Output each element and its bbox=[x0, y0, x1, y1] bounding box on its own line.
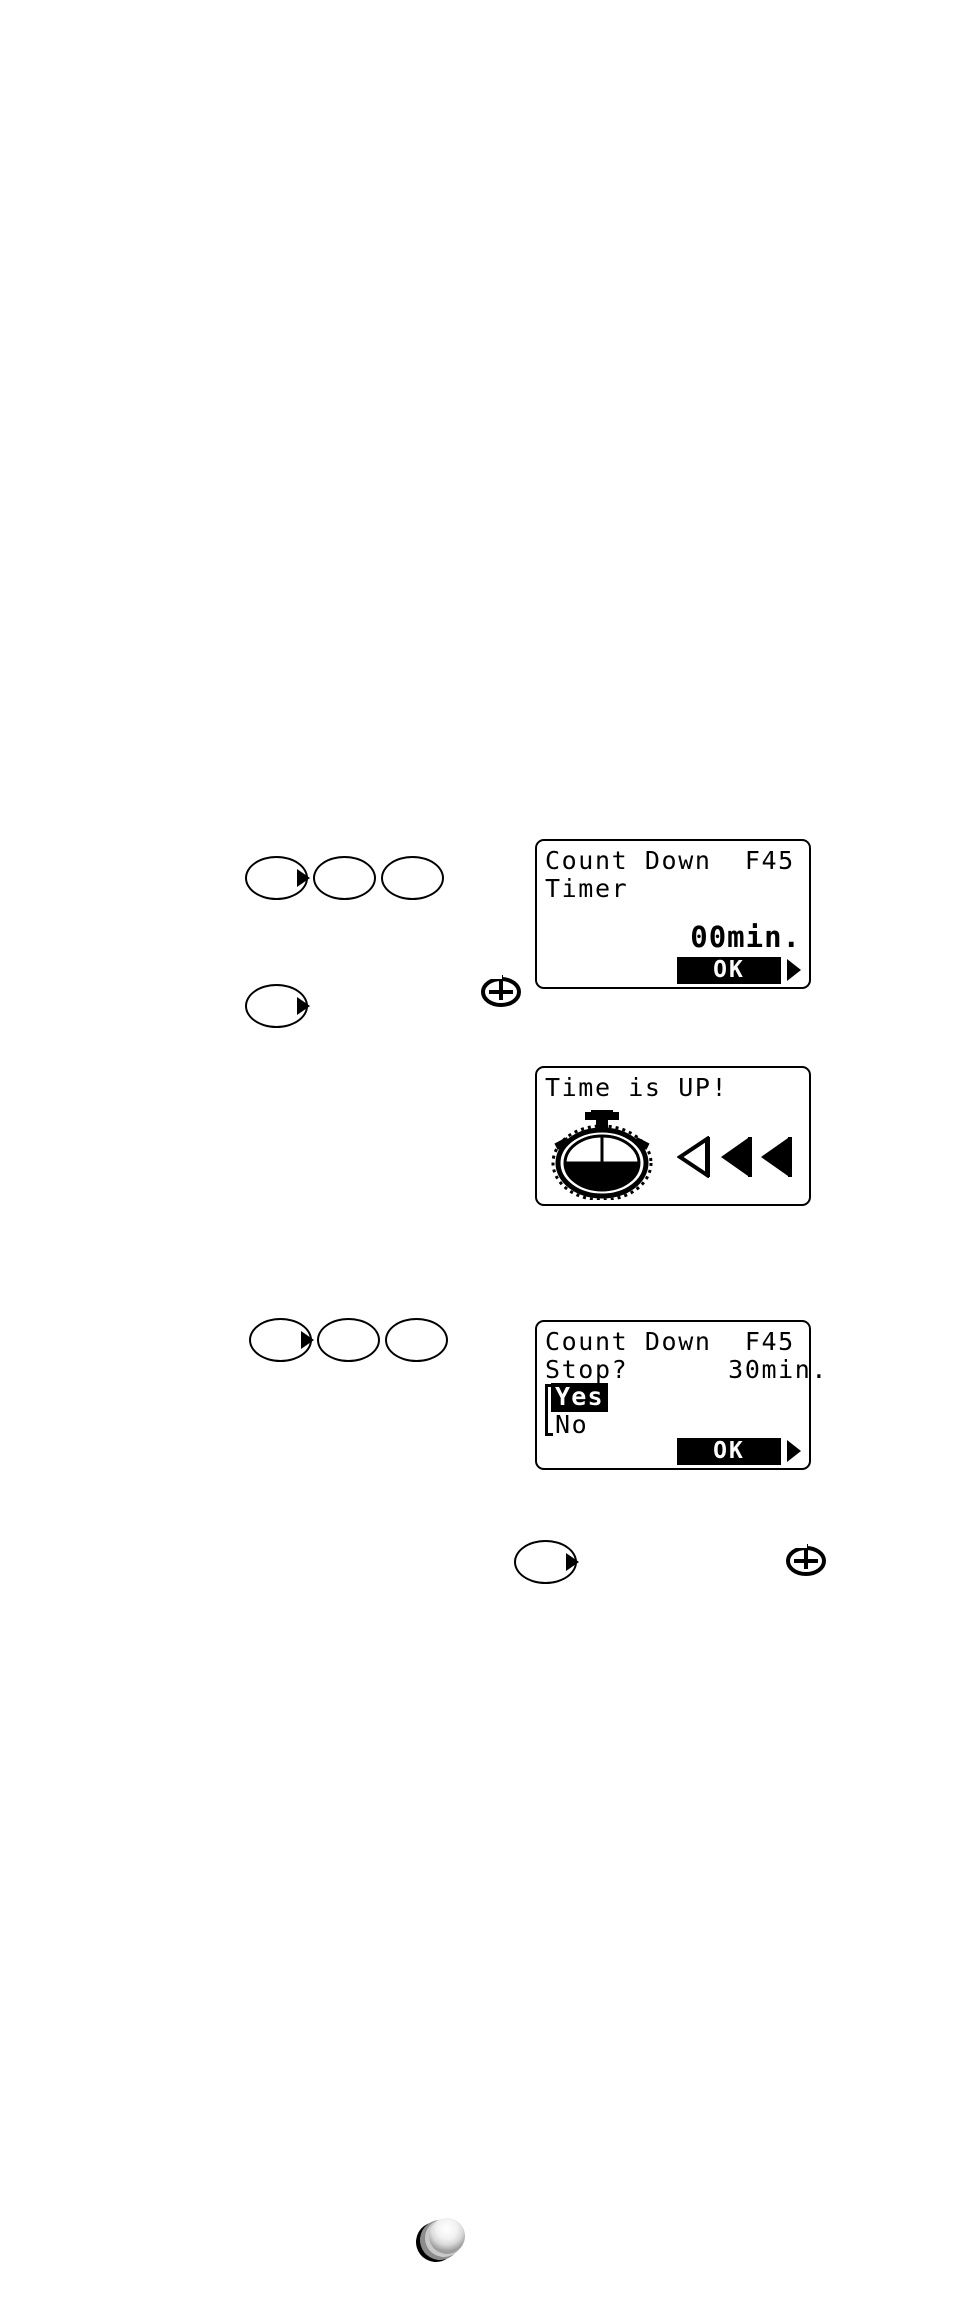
lcd-line-1: Count Down F45 bbox=[545, 846, 795, 875]
softkey-button-3-row3[interactable] bbox=[385, 1318, 448, 1362]
softkey-button-1-row3[interactable] bbox=[249, 1318, 314, 1362]
rewind-marker-icon-1 bbox=[721, 1137, 752, 1177]
list-option-no[interactable]: No bbox=[555, 1411, 588, 1439]
softkey-arrow-icon bbox=[787, 1440, 801, 1462]
rewind-marker-icon-2 bbox=[761, 1137, 792, 1177]
lcd-screen-countdown-stop-confirm: Count Down F45 Stop? 30min. Yes No OK bbox=[535, 1320, 826, 1470]
softkey-arrow-icon bbox=[787, 959, 801, 981]
lcd-line-2: Timer bbox=[545, 874, 629, 903]
decorative-sphere-graphic bbox=[416, 2218, 465, 2262]
softkey-button-3-row1[interactable] bbox=[381, 856, 444, 900]
stopwatch-icon bbox=[551, 1110, 653, 1200]
play-marker-outline-icon bbox=[677, 1136, 710, 1178]
softkey-button-1-row1[interactable] bbox=[245, 856, 310, 900]
manual-page: Count Down F45 Timer 00min. OK Time is U… bbox=[0, 0, 954, 2313]
softkey-ok-label[interactable]: OK bbox=[677, 957, 781, 984]
lcd-screen-countdown-timer-setup: Count Down F45 Timer 00min. OK bbox=[535, 839, 811, 989]
list-option-yes[interactable]: Yes bbox=[551, 1383, 608, 1412]
lcd-line-1: Time is UP! bbox=[545, 1073, 729, 1102]
softkey-button-2-row1[interactable] bbox=[313, 856, 376, 900]
lcd-line-2: Stop? 30min. bbox=[545, 1355, 829, 1384]
power-icon-1 bbox=[481, 972, 521, 1007]
right-arrow-icon bbox=[297, 997, 310, 1015]
right-arrow-icon bbox=[301, 1331, 314, 1349]
right-arrow-icon bbox=[566, 1553, 579, 1571]
power-icon-2 bbox=[786, 1541, 826, 1576]
softkey-button-1-row4[interactable] bbox=[514, 1540, 579, 1584]
lcd-line-1: Count Down F45 bbox=[545, 1327, 795, 1356]
lcd-screen-time-is-up: Time is UP! bbox=[535, 1066, 811, 1206]
right-arrow-icon bbox=[297, 869, 310, 887]
lcd-timer-value: 00min. bbox=[690, 920, 801, 954]
softkey-button-2-row3[interactable] bbox=[317, 1318, 380, 1362]
softkey-ok-label[interactable]: OK bbox=[677, 1438, 781, 1465]
softkey-button-1-row2[interactable] bbox=[245, 984, 310, 1028]
